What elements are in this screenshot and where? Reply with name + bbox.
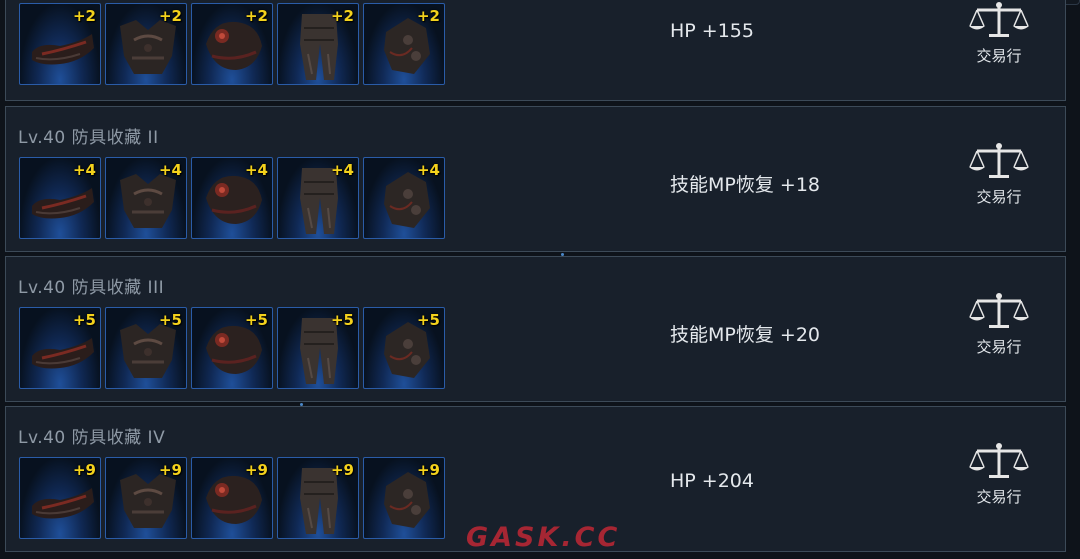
trade-house-label: 交易行 (976, 488, 1022, 506)
enhance-level: +9 (330, 461, 354, 479)
shoulder-armor-slot[interactable]: +9 (19, 457, 101, 539)
trade-house-label: 交易行 (976, 338, 1022, 356)
enhance-level: +2 (158, 7, 182, 25)
enhance-level: +4 (158, 161, 182, 179)
watermark-logo: GASK.CC (466, 522, 621, 553)
enhance-level: +2 (330, 7, 354, 25)
equipment-slots: +2 +2 +2 +2 +2 (19, 3, 445, 85)
collection-title: Lv.40 防具收藏 IV (18, 428, 166, 448)
gauntlet-armor-slot[interactable]: +9 (191, 457, 273, 539)
chest-armor-slot[interactable]: +9 (105, 457, 187, 539)
equipment-slots: +9 +9 +9 +9 +9 (19, 457, 445, 539)
trade-house-button[interactable]: 交易行 (946, 441, 1052, 507)
collection-panel: Lv.40 防具收藏 II +4 +4 +4 +4 +4 技能MP恢复 +18 … (5, 106, 1066, 252)
gauntlet-armor-slot[interactable]: +4 (191, 157, 273, 239)
scale-icon (969, 2, 1029, 37)
shoulder-armor-slot[interactable]: +2 (19, 3, 101, 85)
bonus-value: +204 (701, 470, 754, 492)
enhance-level: +4 (72, 161, 96, 179)
divider-dot (561, 253, 564, 256)
trade-house-button[interactable]: 交易行 (946, 141, 1052, 207)
trade-house-label: 交易行 (976, 47, 1022, 65)
enhance-level: +2 (416, 7, 440, 25)
scale-icon (969, 443, 1029, 478)
collection-panel: Lv.40 防具收藏 III +5 +5 +5 +5 +5 技能MP恢复 +20… (5, 256, 1066, 402)
scale-icon (969, 293, 1029, 328)
scale-icon (969, 143, 1029, 178)
enhance-level: +4 (416, 161, 440, 179)
gauntlet-armor-slot[interactable]: +5 (191, 307, 273, 389)
enhance-level: +9 (416, 461, 440, 479)
divider-dot (300, 403, 303, 406)
enhance-level: +4 (244, 161, 268, 179)
shoulder-armor-slot[interactable]: +5 (19, 307, 101, 389)
bonus-label: 技能MP恢复 (670, 324, 774, 346)
boot-armor-slot[interactable]: +9 (363, 457, 445, 539)
collection-bonus: HP +155 (670, 20, 754, 42)
chest-armor-slot[interactable]: +5 (105, 307, 187, 389)
enhance-level: +5 (330, 311, 354, 329)
boot-armor-slot[interactable]: +5 (363, 307, 445, 389)
bonus-value: +18 (779, 174, 821, 196)
gauntlet-armor-slot[interactable]: +2 (191, 3, 273, 85)
chest-armor-slot[interactable]: +2 (105, 3, 187, 85)
chest-armor-slot[interactable]: +4 (105, 157, 187, 239)
trade-house-button[interactable]: 交易行 (946, 291, 1052, 357)
leg-armor-slot[interactable]: +4 (277, 157, 359, 239)
bonus-label: HP (670, 20, 696, 42)
bonus-value: +20 (779, 324, 821, 346)
collection-panel: +2 +2 +2 +2 +2 HP +155 交易行 (5, 0, 1066, 101)
bonus-value: +155 (701, 20, 754, 42)
trade-house-button[interactable]: 交易行 (946, 0, 1052, 66)
collection-bonus: 技能MP恢复 +18 (670, 170, 820, 197)
trade-house-label: 交易行 (976, 188, 1022, 206)
shoulder-armor-slot[interactable]: +4 (19, 157, 101, 239)
enhance-level: +9 (72, 461, 96, 479)
enhance-level: +9 (158, 461, 182, 479)
enhance-level: +5 (244, 311, 268, 329)
equipment-slots: +5 +5 +5 +5 +5 (19, 307, 445, 389)
bonus-label: 技能MP恢复 (670, 174, 774, 196)
collection-title: Lv.40 防具收藏 II (18, 128, 159, 148)
collection-bonus: HP +204 (670, 470, 754, 492)
leg-armor-slot[interactable]: +5 (277, 307, 359, 389)
leg-armor-slot[interactable]: +2 (277, 3, 359, 85)
boot-armor-slot[interactable]: +2 (363, 3, 445, 85)
equipment-slots: +4 +4 +4 +4 +4 (19, 157, 445, 239)
enhance-level: +5 (416, 311, 440, 329)
collection-title: Lv.40 防具收藏 III (18, 278, 165, 298)
enhance-level: +9 (244, 461, 268, 479)
enhance-level: +2 (72, 7, 96, 25)
boot-armor-slot[interactable]: +4 (363, 157, 445, 239)
enhance-level: +4 (330, 161, 354, 179)
bonus-label: HP (670, 470, 696, 492)
enhance-level: +2 (244, 7, 268, 25)
collection-bonus: 技能MP恢复 +20 (670, 320, 820, 347)
enhance-level: +5 (158, 311, 182, 329)
enhance-level: +5 (72, 311, 96, 329)
leg-armor-slot[interactable]: +9 (277, 457, 359, 539)
